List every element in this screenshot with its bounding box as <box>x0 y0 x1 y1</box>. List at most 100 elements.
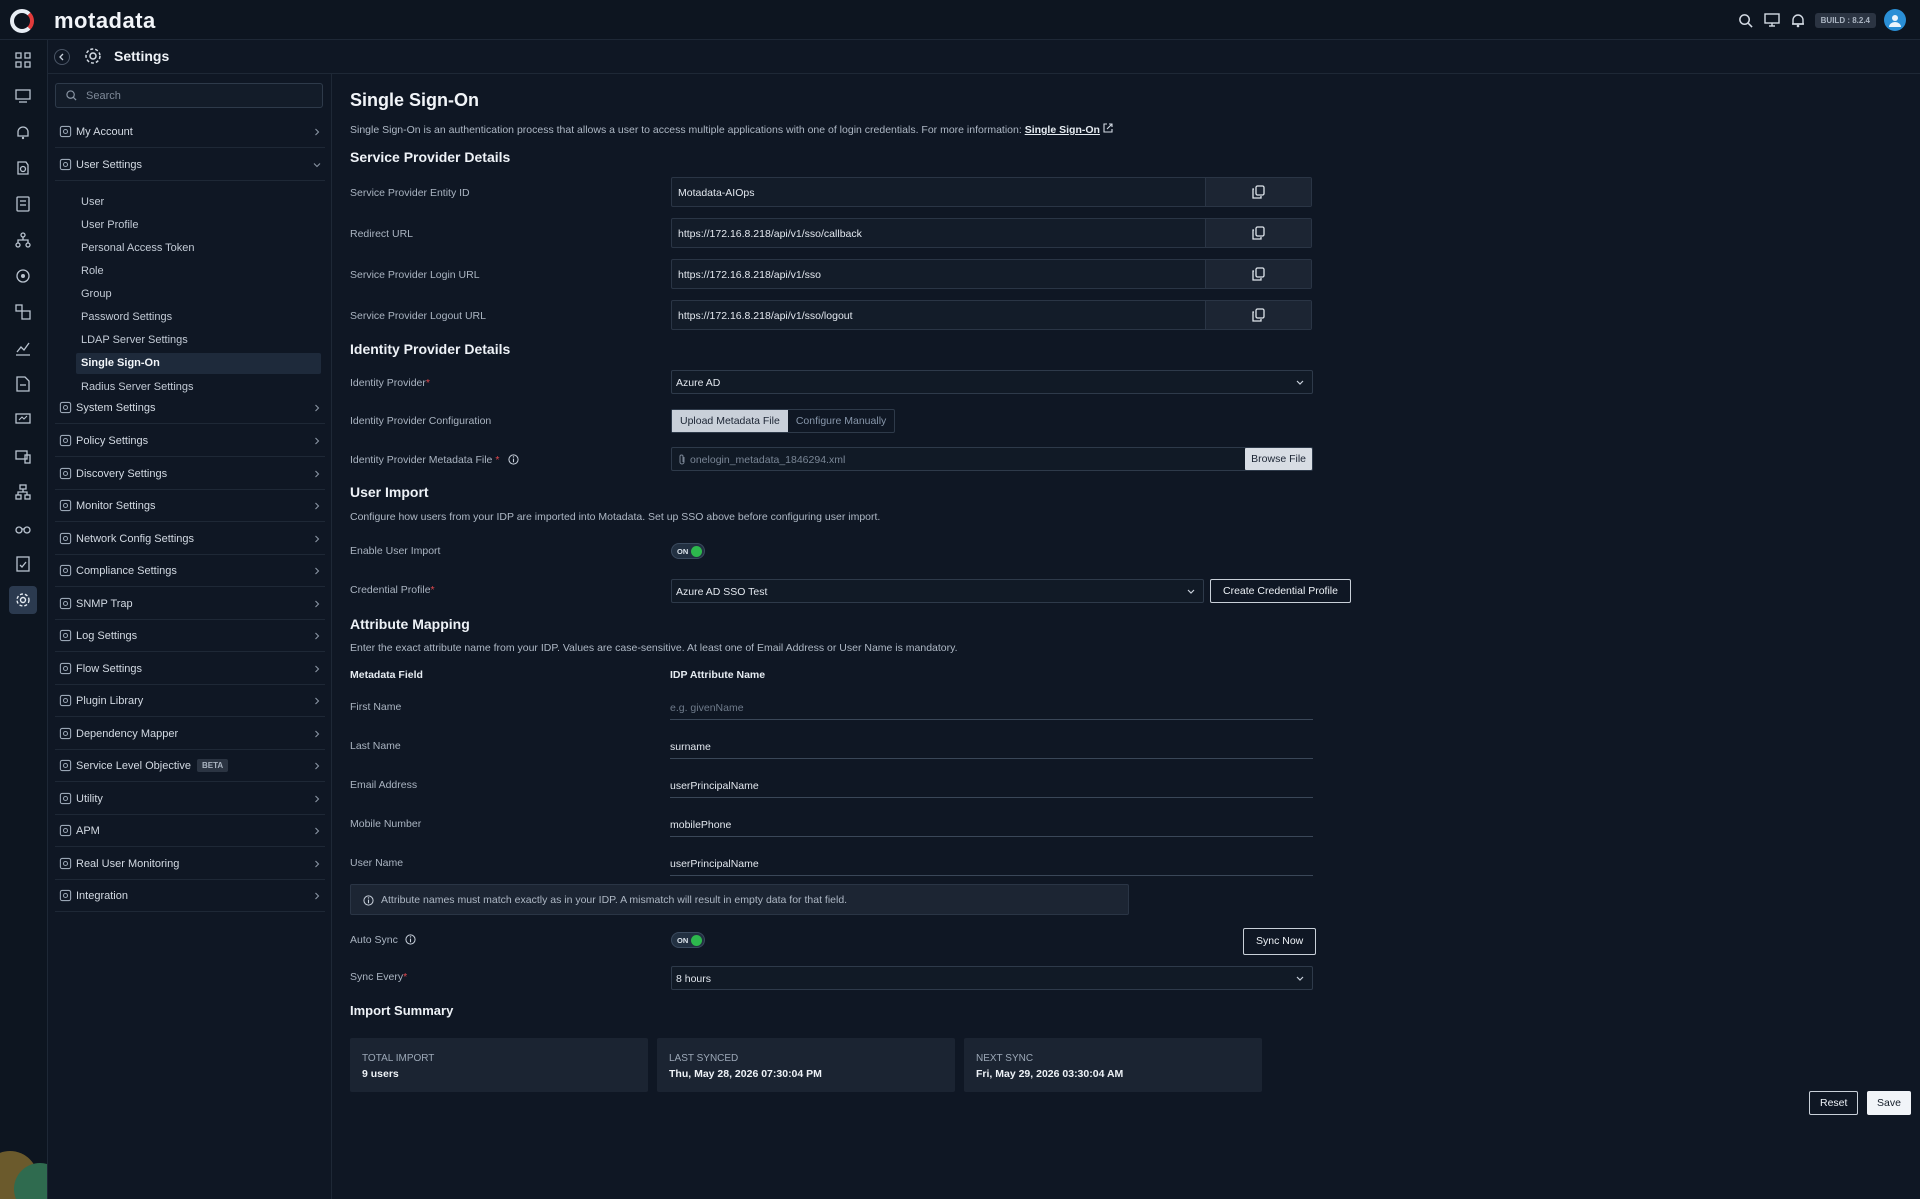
screen-share-icon[interactable] <box>1763 11 1781 29</box>
sidebar-item-log-settings[interactable]: Log Settings <box>55 620 325 652</box>
sidebar-subitem-user-profile[interactable]: User Profile <box>81 215 326 236</box>
sidebar-item-flow-settings[interactable]: Flow Settings <box>55 653 325 685</box>
sidebar-item-compliance-settings[interactable]: Compliance Settings <box>55 555 325 587</box>
sidebar-item-service-level-objective[interactable]: Service Level Objective BETA <box>55 750 325 782</box>
dashboard-icon[interactable] <box>9 46 37 74</box>
bell-icon[interactable] <box>1789 11 1807 29</box>
sso-info-link[interactable]: Single Sign-On <box>1025 124 1100 136</box>
user-gear-icon <box>57 158 73 171</box>
monitor-screen-icon[interactable] <box>9 406 37 434</box>
apps-icon[interactable] <box>9 298 37 326</box>
sidebar-subitem-single-sign-on[interactable]: Single Sign-On <box>76 353 321 374</box>
sp-field-value[interactable]: https://172.16.8.218/api/v1/sso <box>671 259 1312 289</box>
settings-header: Settings <box>48 40 1920 74</box>
attribute-field-label: Last Name <box>350 740 401 752</box>
info-icon[interactable] <box>508 454 519 465</box>
sidebar-item-label: Monitor Settings <box>76 499 156 512</box>
sidebar-subitem-ldap-server-settings[interactable]: LDAP Server Settings <box>81 330 326 351</box>
credential-profile-select[interactable]: Azure AD SSO Test <box>671 579 1204 603</box>
topology-icon[interactable] <box>9 226 37 254</box>
avatar[interactable] <box>1884 9 1906 31</box>
page-title: Single Sign-On <box>350 90 479 110</box>
enable-user-import-toggle[interactable]: ON <box>671 543 705 559</box>
copy-button[interactable] <box>1205 260 1311 288</box>
auto-sync-toggle[interactable]: ON <box>671 932 705 948</box>
chevron-right-icon <box>313 469 321 481</box>
inventory-icon[interactable] <box>9 82 37 110</box>
copy-button[interactable] <box>1205 301 1311 329</box>
search-input[interactable]: Search <box>55 83 323 108</box>
sidebar-item-integration[interactable]: Integration <box>55 880 325 912</box>
identity-provider-select[interactable]: Azure AD <box>671 370 1313 394</box>
device-icon[interactable] <box>9 442 37 470</box>
copy-button[interactable] <box>1205 178 1311 206</box>
attribute-field-label: User Name <box>350 857 404 869</box>
left-rail <box>0 40 48 1199</box>
reset-button[interactable]: Reset <box>1809 1091 1859 1115</box>
sidebar-item-plugin-library[interactable]: Plugin Library <box>55 685 325 717</box>
build-badge: BUILD : 8.2.4 <box>1814 12 1876 28</box>
sidebar-item-discovery-settings[interactable]: Discovery Settings <box>55 458 325 490</box>
metadata-field-column-header: Metadata Field <box>350 669 423 681</box>
checklist-icon[interactable] <box>9 550 37 578</box>
sidebar-item-dependency-mapper[interactable]: Dependency Mapper <box>55 718 325 750</box>
sidebar-item-my-account[interactable]: My Account <box>55 116 325 148</box>
copy-icon <box>1252 185 1265 199</box>
copy-button[interactable] <box>1205 219 1311 247</box>
chevron-right-icon <box>313 664 321 676</box>
sidebar-subitem-user[interactable]: User <box>81 192 326 213</box>
attribute-input[interactable]: mobilePhone <box>670 813 1313 837</box>
hierarchy-icon[interactable] <box>9 478 37 506</box>
create-credential-profile-button[interactable]: Create Credential Profile <box>1210 579 1351 603</box>
sp-field-value[interactable]: https://172.16.8.218/api/v1/sso/callback <box>671 218 1312 248</box>
report-icon[interactable] <box>9 190 37 218</box>
chevron-right-icon <box>313 859 321 871</box>
sidebar-item-snmp-trap[interactable]: SNMP Trap <box>55 588 325 620</box>
sidebar-item-policy-settings[interactable]: Policy Settings <box>55 425 325 457</box>
upload-metadata-option[interactable]: Upload Metadata File <box>672 410 788 432</box>
enable-user-import-label: Enable User Import <box>350 545 441 557</box>
sidebar-item-apm[interactable]: APM <box>55 815 325 847</box>
sp-field-value[interactable]: Motadata-AIOps <box>671 177 1312 207</box>
metrics-icon[interactable] <box>9 334 37 362</box>
sidebar-item-label: Policy Settings <box>76 434 149 447</box>
sidebar-item-label: Integration <box>76 889 128 902</box>
sp-field-value[interactable]: https://172.16.8.218/api/v1/sso/logout <box>671 300 1312 330</box>
sidebar-subitem-group[interactable]: Group <box>81 284 326 305</box>
chevron-right-icon <box>313 436 321 448</box>
sidebar-subitem-role[interactable]: Role <box>81 261 326 282</box>
radar-icon[interactable] <box>9 262 37 290</box>
configure-manually-option[interactable]: Configure Manually <box>788 410 894 432</box>
policy-icon[interactable] <box>9 154 37 182</box>
settings-gear-icon[interactable] <box>9 586 37 614</box>
search-icon[interactable] <box>1737 11 1755 29</box>
sidebar-item-real-user-monitoring[interactable]: Real User Monitoring <box>55 848 325 880</box>
binoculars-icon[interactable] <box>9 514 37 542</box>
sidebar-item-monitor-settings[interactable]: Monitor Settings <box>55 490 325 522</box>
external-link-icon[interactable] <box>1103 123 1113 133</box>
sidebar-item-network-config-settings[interactable]: Network Config Settings <box>55 523 325 555</box>
save-button[interactable]: Save <box>1867 1091 1911 1115</box>
sidebar-subitem-radius-server-settings[interactable]: Radius Server Settings <box>81 377 326 398</box>
alert-bell-icon[interactable] <box>9 118 37 146</box>
attribute-input[interactable]: userPrincipalName <box>670 852 1313 876</box>
metadata-file-field[interactable]: onelogin_metadata_1846294.xml Browse Fil… <box>671 447 1313 471</box>
sidebar-subitem-personal-access-token[interactable]: Personal Access Token <box>81 238 326 259</box>
sp-field-label: Service Provider Login URL <box>350 269 480 281</box>
document-icon[interactable] <box>9 370 37 398</box>
sidebar-item-utility[interactable]: Utility <box>55 783 325 815</box>
attribute-input[interactable]: e.g. givenName <box>670 696 1313 720</box>
search-icon <box>66 90 77 101</box>
attribute-input[interactable]: userPrincipalName <box>670 774 1313 798</box>
sync-now-button[interactable]: Sync Now <box>1243 928 1317 955</box>
discovery-icon <box>57 467 73 480</box>
browse-file-button[interactable]: Browse File <box>1245 448 1312 470</box>
back-button[interactable] <box>54 49 70 65</box>
attribute-input[interactable]: surname <box>670 735 1313 759</box>
brand-logo: motadata <box>54 8 156 33</box>
info-icon[interactable] <box>405 934 416 945</box>
sidebar-subitem-password-settings[interactable]: Password Settings <box>81 307 326 328</box>
sync-every-select[interactable]: 8 hours <box>671 966 1313 990</box>
chevron-down-icon <box>1187 589 1195 594</box>
sidebar-item-user-settings[interactable]: User Settings <box>55 149 325 181</box>
